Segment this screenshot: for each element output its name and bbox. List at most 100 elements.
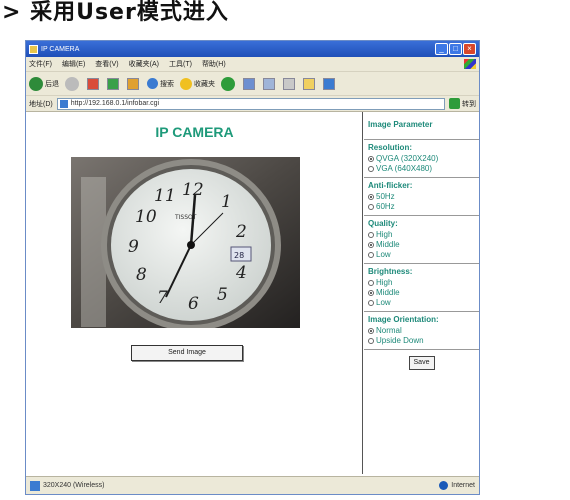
menu-edit[interactable]: 编辑(E) xyxy=(62,59,85,69)
radio-icon[interactable] xyxy=(368,204,374,210)
refresh-button[interactable] xyxy=(107,77,121,90)
address-label: 地址(D) xyxy=(29,100,53,108)
favorites-button[interactable]: 收藏夹 xyxy=(180,77,215,90)
svg-text:7: 7 xyxy=(157,288,168,308)
print-button[interactable] xyxy=(283,77,297,90)
zone-label: Internet xyxy=(451,482,475,489)
mail-button[interactable] xyxy=(263,77,277,90)
go-arrow-icon xyxy=(449,98,460,109)
svg-text:12: 12 xyxy=(182,180,204,200)
star-icon xyxy=(180,77,192,90)
address-input[interactable]: http://192.168.0.1/infobar.cgi xyxy=(56,97,445,110)
menu-help[interactable]: 帮助(H) xyxy=(202,59,226,69)
close-button[interactable]: × xyxy=(463,43,476,55)
brightness-option-high[interactable]: High xyxy=(368,278,475,288)
go-label: 转到 xyxy=(462,100,476,108)
messenger-icon xyxy=(323,77,335,90)
refresh-icon xyxy=(107,77,119,90)
radio-icon[interactable] xyxy=(368,338,374,344)
quality-section: Quality: High Middle Low xyxy=(364,216,479,264)
quality-label: Quality: xyxy=(368,219,398,228)
quality-option-middle[interactable]: Middle xyxy=(368,240,475,250)
radio-icon[interactable] xyxy=(368,232,374,238)
address-bar: 地址(D) http://192.168.0.1/infobar.cgi 转到 xyxy=(26,96,479,112)
orientation-section: Image Orientation: Normal Upside Down xyxy=(364,312,479,350)
settings-header: Image Parameter xyxy=(368,120,433,129)
anti-flicker-option-60hz[interactable]: 60Hz xyxy=(368,202,475,212)
svg-text:2: 2 xyxy=(235,222,247,242)
history-button[interactable] xyxy=(243,77,257,90)
save-button[interactable]: Save xyxy=(408,356,435,370)
camera-pane: IP CAMERA 12 1 2 4 5 6 7 8 9 10 11 28 TI… xyxy=(26,112,363,474)
menu-tools[interactable]: 工具(T) xyxy=(169,59,192,69)
page-content: IP CAMERA 12 1 2 4 5 6 7 8 9 10 11 28 TI… xyxy=(26,112,479,474)
radio-icon[interactable] xyxy=(368,280,374,286)
brightness-label: Brightness: xyxy=(368,267,413,276)
radio-icon[interactable] xyxy=(368,252,374,258)
brightness-section: Brightness: High Middle Low xyxy=(364,264,479,312)
media-button[interactable] xyxy=(221,76,237,91)
option-label: VGA (640X480) xyxy=(376,164,433,173)
resolution-section: Resolution: QVGA (320X240) VGA (640X480) xyxy=(364,140,479,178)
radio-icon[interactable] xyxy=(368,166,374,172)
svg-text:4: 4 xyxy=(235,263,247,283)
search-button[interactable]: 搜索 xyxy=(147,78,174,89)
security-zone: Internet xyxy=(439,481,475,490)
page-icon xyxy=(59,99,68,108)
menu-bar: 文件(F) 编辑(E) 查看(V) 收藏夹(A) 工具(T) 帮助(H) xyxy=(26,57,479,72)
menu-file[interactable]: 文件(F) xyxy=(29,59,52,69)
radio-icon[interactable] xyxy=(368,156,374,162)
quality-option-low[interactable]: Low xyxy=(368,250,475,260)
svg-text:6: 6 xyxy=(188,294,199,314)
folder-button[interactable] xyxy=(303,77,317,90)
radio-icon[interactable] xyxy=(368,242,374,248)
status-bar: 320X240 (Wireless) Internet xyxy=(26,476,479,494)
window-title: IP CAMERA xyxy=(41,45,80,53)
home-button[interactable] xyxy=(127,77,141,90)
globe-icon xyxy=(439,481,449,490)
brightness-option-middle[interactable]: Middle xyxy=(368,288,475,298)
stop-button[interactable] xyxy=(87,77,101,90)
toolbar: 后退 搜索 收藏夹 xyxy=(26,72,479,96)
media-icon xyxy=(221,76,235,91)
address-url: http://192.168.0.1/infobar.cgi xyxy=(70,100,160,107)
forward-button[interactable] xyxy=(65,76,81,91)
option-label: Middle xyxy=(376,240,400,249)
mail-icon xyxy=(263,77,275,90)
radio-icon[interactable] xyxy=(368,194,374,200)
messenger-button[interactable] xyxy=(323,77,337,90)
print-icon xyxy=(283,77,295,90)
option-label: Middle xyxy=(376,288,400,297)
send-image-button[interactable]: Send Image xyxy=(131,345,243,361)
settings-header-section: Image Parameter xyxy=(364,112,479,140)
brightness-option-low[interactable]: Low xyxy=(368,298,475,308)
back-label: 后退 xyxy=(45,80,59,88)
svg-text:28: 28 xyxy=(234,251,244,260)
orientation-option-normal[interactable]: Normal xyxy=(368,326,475,336)
anti-flicker-section: Anti-flicker: 50Hz 60Hz xyxy=(364,178,479,216)
svg-text:1: 1 xyxy=(221,192,232,212)
anti-flicker-option-50hz[interactable]: 50Hz xyxy=(368,192,475,202)
option-label: Normal xyxy=(376,326,402,335)
resolution-option-vga[interactable]: VGA (640X480) xyxy=(368,164,475,174)
option-label: High xyxy=(376,230,393,239)
maximize-button[interactable]: □ xyxy=(449,43,462,55)
orientation-option-upside-down[interactable]: Upside Down xyxy=(368,336,475,346)
camera-image: 12 1 2 4 5 6 7 8 9 10 11 28 TISSOT xyxy=(71,157,300,328)
pane-divider xyxy=(362,112,363,474)
title-bar: IP CAMERA _ □ × xyxy=(26,41,479,57)
radio-icon[interactable] xyxy=(368,300,374,306)
minimize-button[interactable]: _ xyxy=(435,43,448,55)
menu-favorites[interactable]: 收藏夹(A) xyxy=(129,59,159,69)
menu-view[interactable]: 查看(V) xyxy=(95,59,118,69)
radio-icon[interactable] xyxy=(368,328,374,334)
option-label: Upside Down xyxy=(376,336,424,345)
radio-icon[interactable] xyxy=(368,290,374,296)
history-icon xyxy=(243,77,255,90)
quality-option-high[interactable]: High xyxy=(368,230,475,240)
back-button[interactable]: 后退 xyxy=(29,76,59,91)
option-label: Low xyxy=(376,250,391,259)
resolution-option-qvga[interactable]: QVGA (320X240) xyxy=(368,154,475,164)
search-icon xyxy=(147,78,158,89)
go-button[interactable]: 转到 xyxy=(449,98,476,109)
